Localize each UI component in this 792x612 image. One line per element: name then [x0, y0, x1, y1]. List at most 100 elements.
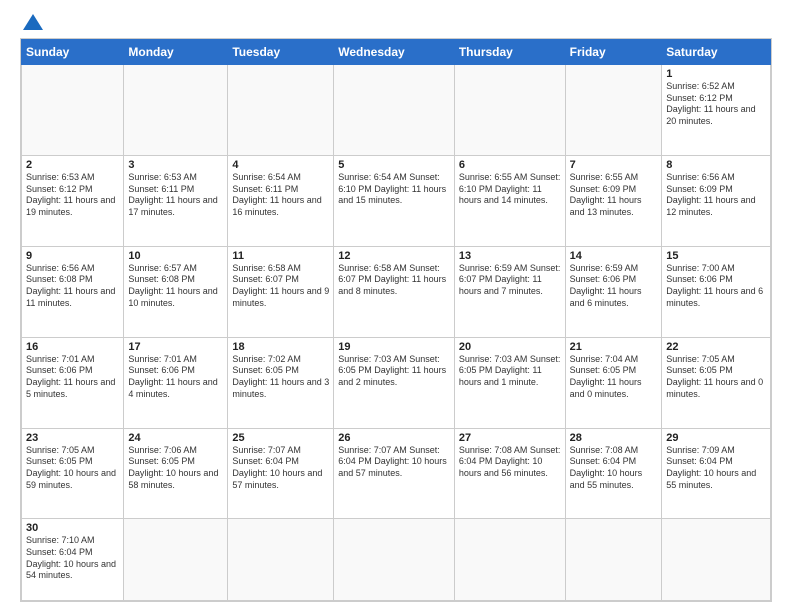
day-cell [565, 519, 662, 601]
day-info: Sunrise: 7:07 AM Sunset: 6:04 PM Dayligh… [232, 445, 329, 492]
day-number: 9 [26, 250, 119, 262]
day-cell [22, 65, 124, 156]
day-cell: 4Sunrise: 6:54 AM Sunset: 6:11 PM Daylig… [228, 155, 334, 246]
day-number: 6 [459, 159, 561, 171]
day-header-wednesday: Wednesday [334, 40, 455, 65]
day-cell [228, 65, 334, 156]
day-cell: 5Sunrise: 6:54 AM Sunset: 6:10 PM Daylig… [334, 155, 455, 246]
day-cell: 6Sunrise: 6:55 AM Sunset: 6:10 PM Daylig… [454, 155, 565, 246]
day-number: 19 [338, 341, 450, 353]
day-info: Sunrise: 7:03 AM Sunset: 6:05 PM Dayligh… [459, 354, 561, 389]
day-cell: 8Sunrise: 6:56 AM Sunset: 6:09 PM Daylig… [662, 155, 771, 246]
day-number: 16 [26, 341, 119, 353]
day-number: 12 [338, 250, 450, 262]
day-cell: 17Sunrise: 7:01 AM Sunset: 6:06 PM Dayli… [124, 337, 228, 428]
logo-triangle-icon [23, 14, 43, 30]
day-number: 29 [666, 432, 766, 444]
day-cell [334, 519, 455, 601]
day-cell [124, 65, 228, 156]
day-cell [565, 65, 662, 156]
day-number: 21 [570, 341, 658, 353]
week-row-6: 30Sunrise: 7:10 AM Sunset: 6:04 PM Dayli… [22, 519, 771, 601]
page: SundayMondayTuesdayWednesdayThursdayFrid… [0, 0, 792, 612]
calendar-table: SundayMondayTuesdayWednesdayThursdayFrid… [21, 39, 771, 601]
day-info: Sunrise: 7:07 AM Sunset: 6:04 PM Dayligh… [338, 445, 450, 480]
day-info: Sunrise: 6:53 AM Sunset: 6:12 PM Dayligh… [26, 172, 119, 219]
day-header-monday: Monday [124, 40, 228, 65]
day-cell: 7Sunrise: 6:55 AM Sunset: 6:09 PM Daylig… [565, 155, 662, 246]
day-cell [454, 519, 565, 601]
logo [20, 16, 43, 30]
week-row-3: 9Sunrise: 6:56 AM Sunset: 6:08 PM Daylig… [22, 246, 771, 337]
day-info: Sunrise: 6:56 AM Sunset: 6:08 PM Dayligh… [26, 263, 119, 310]
week-row-1: 1Sunrise: 6:52 AM Sunset: 6:12 PM Daylig… [22, 65, 771, 156]
day-number: 15 [666, 250, 766, 262]
day-info: Sunrise: 7:06 AM Sunset: 6:05 PM Dayligh… [128, 445, 223, 492]
day-cell: 15Sunrise: 7:00 AM Sunset: 6:06 PM Dayli… [662, 246, 771, 337]
day-number: 23 [26, 432, 119, 444]
day-info: Sunrise: 6:56 AM Sunset: 6:09 PM Dayligh… [666, 172, 766, 219]
calendar: SundayMondayTuesdayWednesdayThursdayFrid… [20, 38, 772, 602]
day-cell: 13Sunrise: 6:59 AM Sunset: 6:07 PM Dayli… [454, 246, 565, 337]
week-row-4: 16Sunrise: 7:01 AM Sunset: 6:06 PM Dayli… [22, 337, 771, 428]
day-number: 1 [666, 68, 766, 80]
day-info: Sunrise: 7:10 AM Sunset: 6:04 PM Dayligh… [26, 535, 119, 582]
day-number: 7 [570, 159, 658, 171]
day-number: 17 [128, 341, 223, 353]
day-number: 13 [459, 250, 561, 262]
day-info: Sunrise: 7:01 AM Sunset: 6:06 PM Dayligh… [26, 354, 119, 401]
day-info: Sunrise: 6:57 AM Sunset: 6:08 PM Dayligh… [128, 263, 223, 310]
day-header-tuesday: Tuesday [228, 40, 334, 65]
day-number: 20 [459, 341, 561, 353]
day-header-friday: Friday [565, 40, 662, 65]
day-info: Sunrise: 6:52 AM Sunset: 6:12 PM Dayligh… [666, 81, 766, 128]
day-info: Sunrise: 7:01 AM Sunset: 6:06 PM Dayligh… [128, 354, 223, 401]
day-info: Sunrise: 6:59 AM Sunset: 6:06 PM Dayligh… [570, 263, 658, 310]
day-cell [124, 519, 228, 601]
day-number: 8 [666, 159, 766, 171]
day-info: Sunrise: 7:02 AM Sunset: 6:05 PM Dayligh… [232, 354, 329, 401]
day-cell: 14Sunrise: 6:59 AM Sunset: 6:06 PM Dayli… [565, 246, 662, 337]
day-number: 3 [128, 159, 223, 171]
day-cell: 11Sunrise: 6:58 AM Sunset: 6:07 PM Dayli… [228, 246, 334, 337]
day-cell [228, 519, 334, 601]
day-info: Sunrise: 7:05 AM Sunset: 6:05 PM Dayligh… [666, 354, 766, 401]
day-cell [662, 519, 771, 601]
day-cell: 21Sunrise: 7:04 AM Sunset: 6:05 PM Dayli… [565, 337, 662, 428]
day-cell: 1Sunrise: 6:52 AM Sunset: 6:12 PM Daylig… [662, 65, 771, 156]
day-cell: 10Sunrise: 6:57 AM Sunset: 6:08 PM Dayli… [124, 246, 228, 337]
day-number: 22 [666, 341, 766, 353]
day-info: Sunrise: 7:05 AM Sunset: 6:05 PM Dayligh… [26, 445, 119, 492]
day-cell: 27Sunrise: 7:08 AM Sunset: 6:04 PM Dayli… [454, 428, 565, 519]
day-cell: 25Sunrise: 7:07 AM Sunset: 6:04 PM Dayli… [228, 428, 334, 519]
day-header-thursday: Thursday [454, 40, 565, 65]
day-header-row: SundayMondayTuesdayWednesdayThursdayFrid… [22, 40, 771, 65]
day-number: 14 [570, 250, 658, 262]
day-info: Sunrise: 6:55 AM Sunset: 6:10 PM Dayligh… [459, 172, 561, 207]
day-info: Sunrise: 7:08 AM Sunset: 6:04 PM Dayligh… [570, 445, 658, 492]
day-header-saturday: Saturday [662, 40, 771, 65]
day-number: 24 [128, 432, 223, 444]
day-number: 11 [232, 250, 329, 262]
day-number: 27 [459, 432, 561, 444]
day-cell [454, 65, 565, 156]
day-number: 28 [570, 432, 658, 444]
header [20, 16, 772, 30]
day-cell: 3Sunrise: 6:53 AM Sunset: 6:11 PM Daylig… [124, 155, 228, 246]
day-cell: 26Sunrise: 7:07 AM Sunset: 6:04 PM Dayli… [334, 428, 455, 519]
day-info: Sunrise: 6:58 AM Sunset: 6:07 PM Dayligh… [338, 263, 450, 298]
day-cell [334, 65, 455, 156]
day-cell: 28Sunrise: 7:08 AM Sunset: 6:04 PM Dayli… [565, 428, 662, 519]
day-number: 2 [26, 159, 119, 171]
day-info: Sunrise: 6:58 AM Sunset: 6:07 PM Dayligh… [232, 263, 329, 310]
day-number: 30 [26, 522, 119, 534]
day-cell: 24Sunrise: 7:06 AM Sunset: 6:05 PM Dayli… [124, 428, 228, 519]
day-number: 26 [338, 432, 450, 444]
day-cell: 29Sunrise: 7:09 AM Sunset: 6:04 PM Dayli… [662, 428, 771, 519]
day-number: 25 [232, 432, 329, 444]
day-cell: 12Sunrise: 6:58 AM Sunset: 6:07 PM Dayli… [334, 246, 455, 337]
day-cell: 16Sunrise: 7:01 AM Sunset: 6:06 PM Dayli… [22, 337, 124, 428]
day-info: Sunrise: 6:54 AM Sunset: 6:11 PM Dayligh… [232, 172, 329, 219]
day-header-sunday: Sunday [22, 40, 124, 65]
day-cell: 30Sunrise: 7:10 AM Sunset: 6:04 PM Dayli… [22, 519, 124, 601]
